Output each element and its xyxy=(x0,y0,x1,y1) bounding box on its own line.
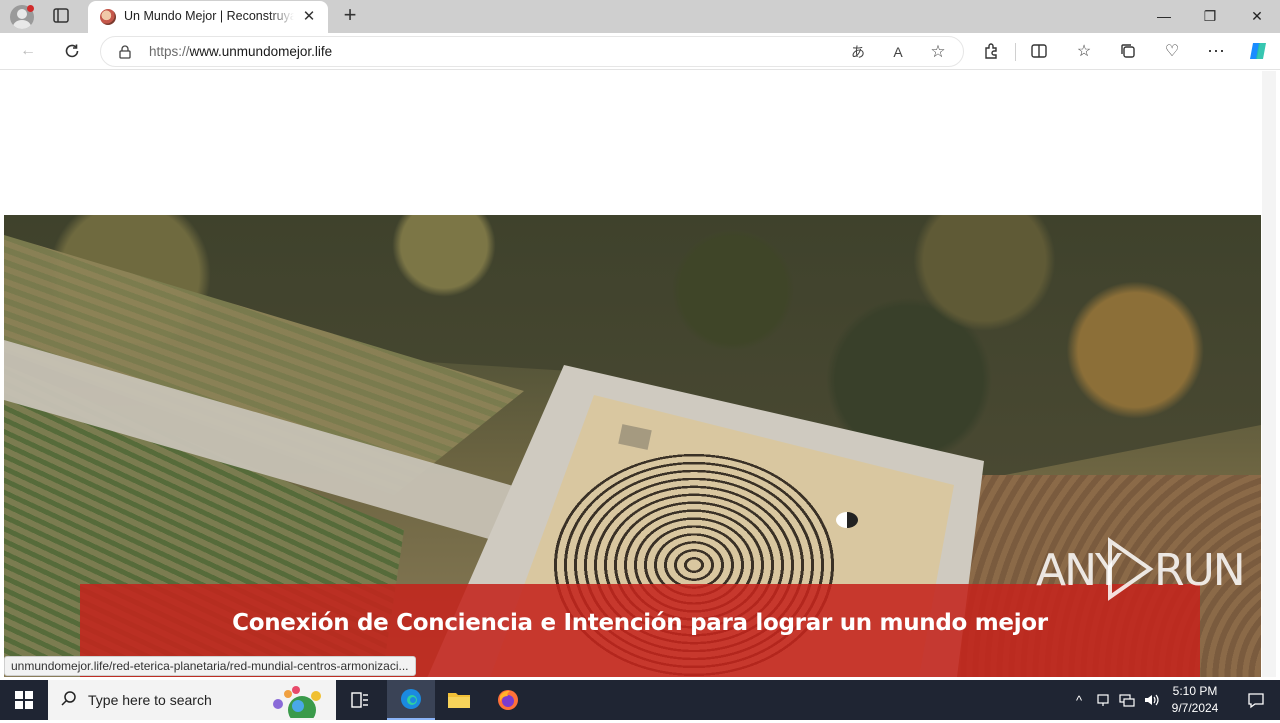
status-bar-link: unmundomejor.life/red-eterica-planetaria… xyxy=(4,656,416,676)
firefox-icon[interactable] xyxy=(484,680,532,720)
yin-yang-symbol xyxy=(836,512,858,528)
clock-time: 5:10 PM xyxy=(1172,684,1218,698)
taskbar-clock[interactable]: 5:10 PM 9/7/2024 xyxy=(1160,683,1230,717)
search-icon xyxy=(60,690,78,708)
tab-title: Un Mundo Mejor | Reconstruyamos xyxy=(124,9,294,23)
browser-essentials-icon[interactable]: ♡ xyxy=(1159,39,1185,63)
active-tab[interactable]: Un Mundo Mejor | Reconstruyamos ✕ xyxy=(88,1,328,33)
favorites-icon[interactable]: ☆ xyxy=(1071,39,1097,63)
split-screen-icon[interactable] xyxy=(1026,39,1052,63)
anyrun-watermark: ANY RUN xyxy=(1036,537,1246,601)
refresh-icon[interactable] xyxy=(59,39,85,63)
network-icon[interactable] xyxy=(1116,680,1138,720)
more-menu-icon[interactable]: ⋯ xyxy=(1203,39,1229,63)
back-icon[interactable]: ← xyxy=(15,39,41,63)
toolbar-divider xyxy=(1015,43,1016,61)
file-explorer-icon[interactable] xyxy=(435,680,483,720)
windows-logo-icon xyxy=(15,691,33,709)
clock-date: 9/7/2024 xyxy=(1171,701,1219,715)
tray-overflow-chevron-icon[interactable]: ^ xyxy=(1068,680,1090,720)
minimize-button[interactable]: — xyxy=(1141,3,1187,29)
site-favicon-icon xyxy=(100,9,116,25)
tab-strip: Un Mundo Mejor | Reconstruyamos ✕ + — ❐ … xyxy=(0,0,1280,33)
restore-button[interactable]: ❐ xyxy=(1187,3,1233,29)
collections-icon[interactable] xyxy=(1115,39,1141,63)
notification-dot xyxy=(27,5,34,12)
watermark-right: RUN xyxy=(1154,545,1246,596)
new-tab-button[interactable]: + xyxy=(338,4,362,28)
windows-taskbar: Type here to search ^ 5:10 PM 9/7/2024 xyxy=(0,680,1280,723)
url-protocol: https:// xyxy=(149,44,190,59)
search-placeholder: Type here to search xyxy=(88,692,212,708)
tab-actions-icon[interactable] xyxy=(50,6,72,26)
edge-taskbar-icon[interactable] xyxy=(387,680,435,720)
play-triangle-icon xyxy=(1108,537,1154,601)
close-window-button[interactable]: ✕ xyxy=(1234,3,1280,29)
copilot-icon[interactable] xyxy=(1245,39,1271,63)
read-aloud-icon[interactable]: A xyxy=(887,42,909,62)
start-button[interactable] xyxy=(0,680,48,720)
lock-icon[interactable] xyxy=(119,45,131,59)
favorite-star-icon[interactable]: ☆ xyxy=(927,42,949,62)
tray-device-icon[interactable] xyxy=(1092,680,1114,720)
vertical-scrollbar[interactable] xyxy=(1262,71,1276,677)
notification-center-icon[interactable] xyxy=(1232,680,1280,720)
extensions-icon[interactable] xyxy=(978,39,1004,63)
tab-close-icon[interactable]: ✕ xyxy=(300,8,318,26)
taskbar-search-box[interactable]: Type here to search xyxy=(48,680,336,723)
task-view-icon[interactable] xyxy=(336,680,384,720)
volume-icon[interactable] xyxy=(1140,680,1162,720)
hero-image: Conexión de Conciencia e Intención para … xyxy=(4,215,1261,677)
hero-banner-text: Conexión de Conciencia e Intención para … xyxy=(232,610,1048,636)
url-host: www.unmundomejor.life xyxy=(189,44,333,59)
navigation-bar: ← https://www.unmundomejor.life あ A ☆ ☆ … xyxy=(0,33,1280,70)
url-text[interactable]: https://www.unmundomejor.life xyxy=(149,44,332,59)
search-highlight-art-icon xyxy=(262,684,332,723)
address-bar[interactable]: https://www.unmundomejor.life あ A ☆ xyxy=(100,36,964,67)
translate-icon[interactable]: あ xyxy=(847,42,869,62)
